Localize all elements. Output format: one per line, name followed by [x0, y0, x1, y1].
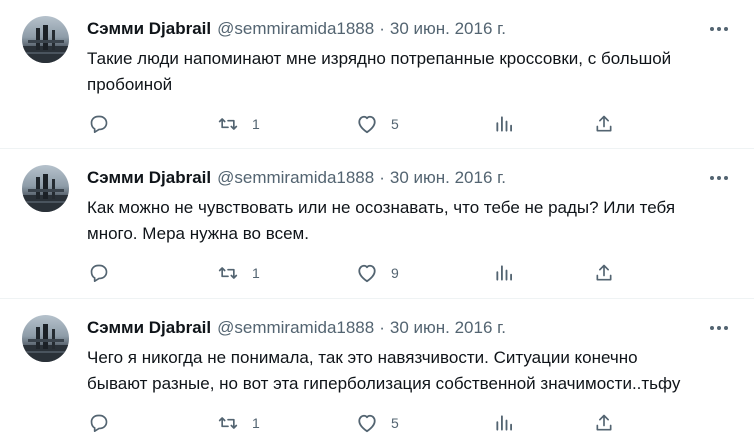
- share-icon: [596, 264, 612, 281]
- author-handle[interactable]: @semmiramida1888: [217, 168, 374, 188]
- reply-button[interactable]: [89, 259, 122, 287]
- views-button[interactable]: [494, 259, 514, 287]
- tweet-text-line: пробоиной: [87, 75, 173, 94]
- views-button[interactable]: [494, 110, 514, 138]
- retweet-button[interactable]: 1: [217, 259, 260, 287]
- reply-icon: [90, 264, 108, 282]
- tweet-header: Сэмми Djabrail @semmiramida1888 · 30 июн…: [87, 18, 506, 40]
- reply-icon: [90, 115, 108, 133]
- tweet[interactable]: Сэмми Djabrail @semmiramida1888 · 30 июн…: [0, 149, 754, 298]
- heart-icon: [358, 264, 376, 283]
- tweet-text-line: бывают разные, но вот эта гиперболизация…: [87, 374, 681, 393]
- share-icon: [596, 115, 612, 132]
- more-dots-icon: [710, 176, 728, 180]
- heart-icon: [358, 115, 376, 134]
- tweet-date[interactable]: 30 июн. 2016 г.: [390, 168, 506, 188]
- tweet-header: Сэмми Djabrail @semmiramida1888 · 30 июн…: [87, 317, 506, 339]
- more-options-button[interactable]: [708, 169, 730, 187]
- like-count: 5: [391, 116, 399, 132]
- retweet-icon: [218, 118, 238, 130]
- tweet-actions: 1 9: [80, 259, 640, 287]
- retweet-count: 1: [252, 265, 260, 281]
- tweet-text: Такие люди напоминают мне изрядно потреп…: [87, 46, 727, 98]
- like-button[interactable]: 5: [356, 409, 399, 437]
- retweet-button[interactable]: 1: [217, 110, 260, 138]
- views-chart-icon: [496, 116, 512, 132]
- author-name[interactable]: Сэмми Djabrail: [87, 168, 211, 188]
- avatar[interactable]: [22, 165, 69, 212]
- retweet-count: 1: [252, 415, 260, 431]
- author-handle[interactable]: @semmiramida1888: [217, 19, 374, 39]
- avatar[interactable]: [22, 16, 69, 63]
- tweet-text-line: Такие люди напоминают мне изрядно потреп…: [87, 49, 672, 68]
- retweet-icon: [218, 417, 238, 429]
- tweet-text-line: Как можно не чувствовать или не осознава…: [87, 198, 676, 217]
- tweet[interactable]: Сэмми Djabrail @semmiramida1888 · 30 июн…: [0, 299, 754, 440]
- tweet-date[interactable]: 30 июн. 2016 г.: [390, 19, 506, 39]
- like-count: 5: [391, 415, 399, 431]
- tweet-header: Сэмми Djabrail @semmiramida1888 · 30 июн…: [87, 167, 506, 189]
- views-chart-icon: [496, 265, 512, 281]
- reply-button[interactable]: [89, 110, 122, 138]
- tweet-actions: 1 5: [80, 110, 640, 138]
- views-button[interactable]: [494, 409, 514, 437]
- tweet-text-line: много. Мера нужна во всем.: [87, 224, 309, 243]
- heart-icon: [358, 414, 376, 433]
- tweet-text: Чего я никогда не понимала, так это навя…: [87, 345, 727, 397]
- author-handle[interactable]: @semmiramida1888: [217, 318, 374, 338]
- share-icon: [596, 414, 612, 431]
- author-name[interactable]: Сэмми Djabrail: [87, 318, 211, 338]
- header-separator: ·: [379, 19, 385, 38]
- like-count: 9: [391, 265, 399, 281]
- header-separator: ·: [379, 318, 385, 337]
- reply-icon: [90, 414, 108, 432]
- like-button[interactable]: 5: [356, 110, 399, 138]
- tweet-date[interactable]: 30 июн. 2016 г.: [390, 318, 506, 338]
- more-dots-icon: [710, 326, 728, 330]
- share-button[interactable]: [594, 110, 614, 138]
- share-button[interactable]: [594, 409, 614, 437]
- retweet-button[interactable]: 1: [217, 409, 260, 437]
- more-dots-icon: [710, 27, 728, 31]
- avatar[interactable]: [22, 315, 69, 362]
- tweet-text-line: Чего я никогда не понимала, так это навя…: [87, 348, 638, 367]
- like-button[interactable]: 9: [356, 259, 399, 287]
- retweet-count: 1: [252, 116, 260, 132]
- author-name[interactable]: Сэмми Djabrail: [87, 19, 211, 39]
- more-options-button[interactable]: [708, 319, 730, 337]
- retweet-icon: [218, 267, 238, 279]
- share-button[interactable]: [594, 259, 614, 287]
- reply-button[interactable]: [89, 409, 122, 437]
- more-options-button[interactable]: [708, 20, 730, 38]
- tweet-actions: 1 5: [80, 409, 640, 437]
- header-separator: ·: [379, 168, 385, 187]
- tweet-text: Как можно не чувствовать или не осознава…: [87, 195, 727, 247]
- tweet[interactable]: Сэмми Djabrail @semmiramida1888 · 30 июн…: [0, 0, 754, 148]
- views-chart-icon: [496, 415, 512, 431]
